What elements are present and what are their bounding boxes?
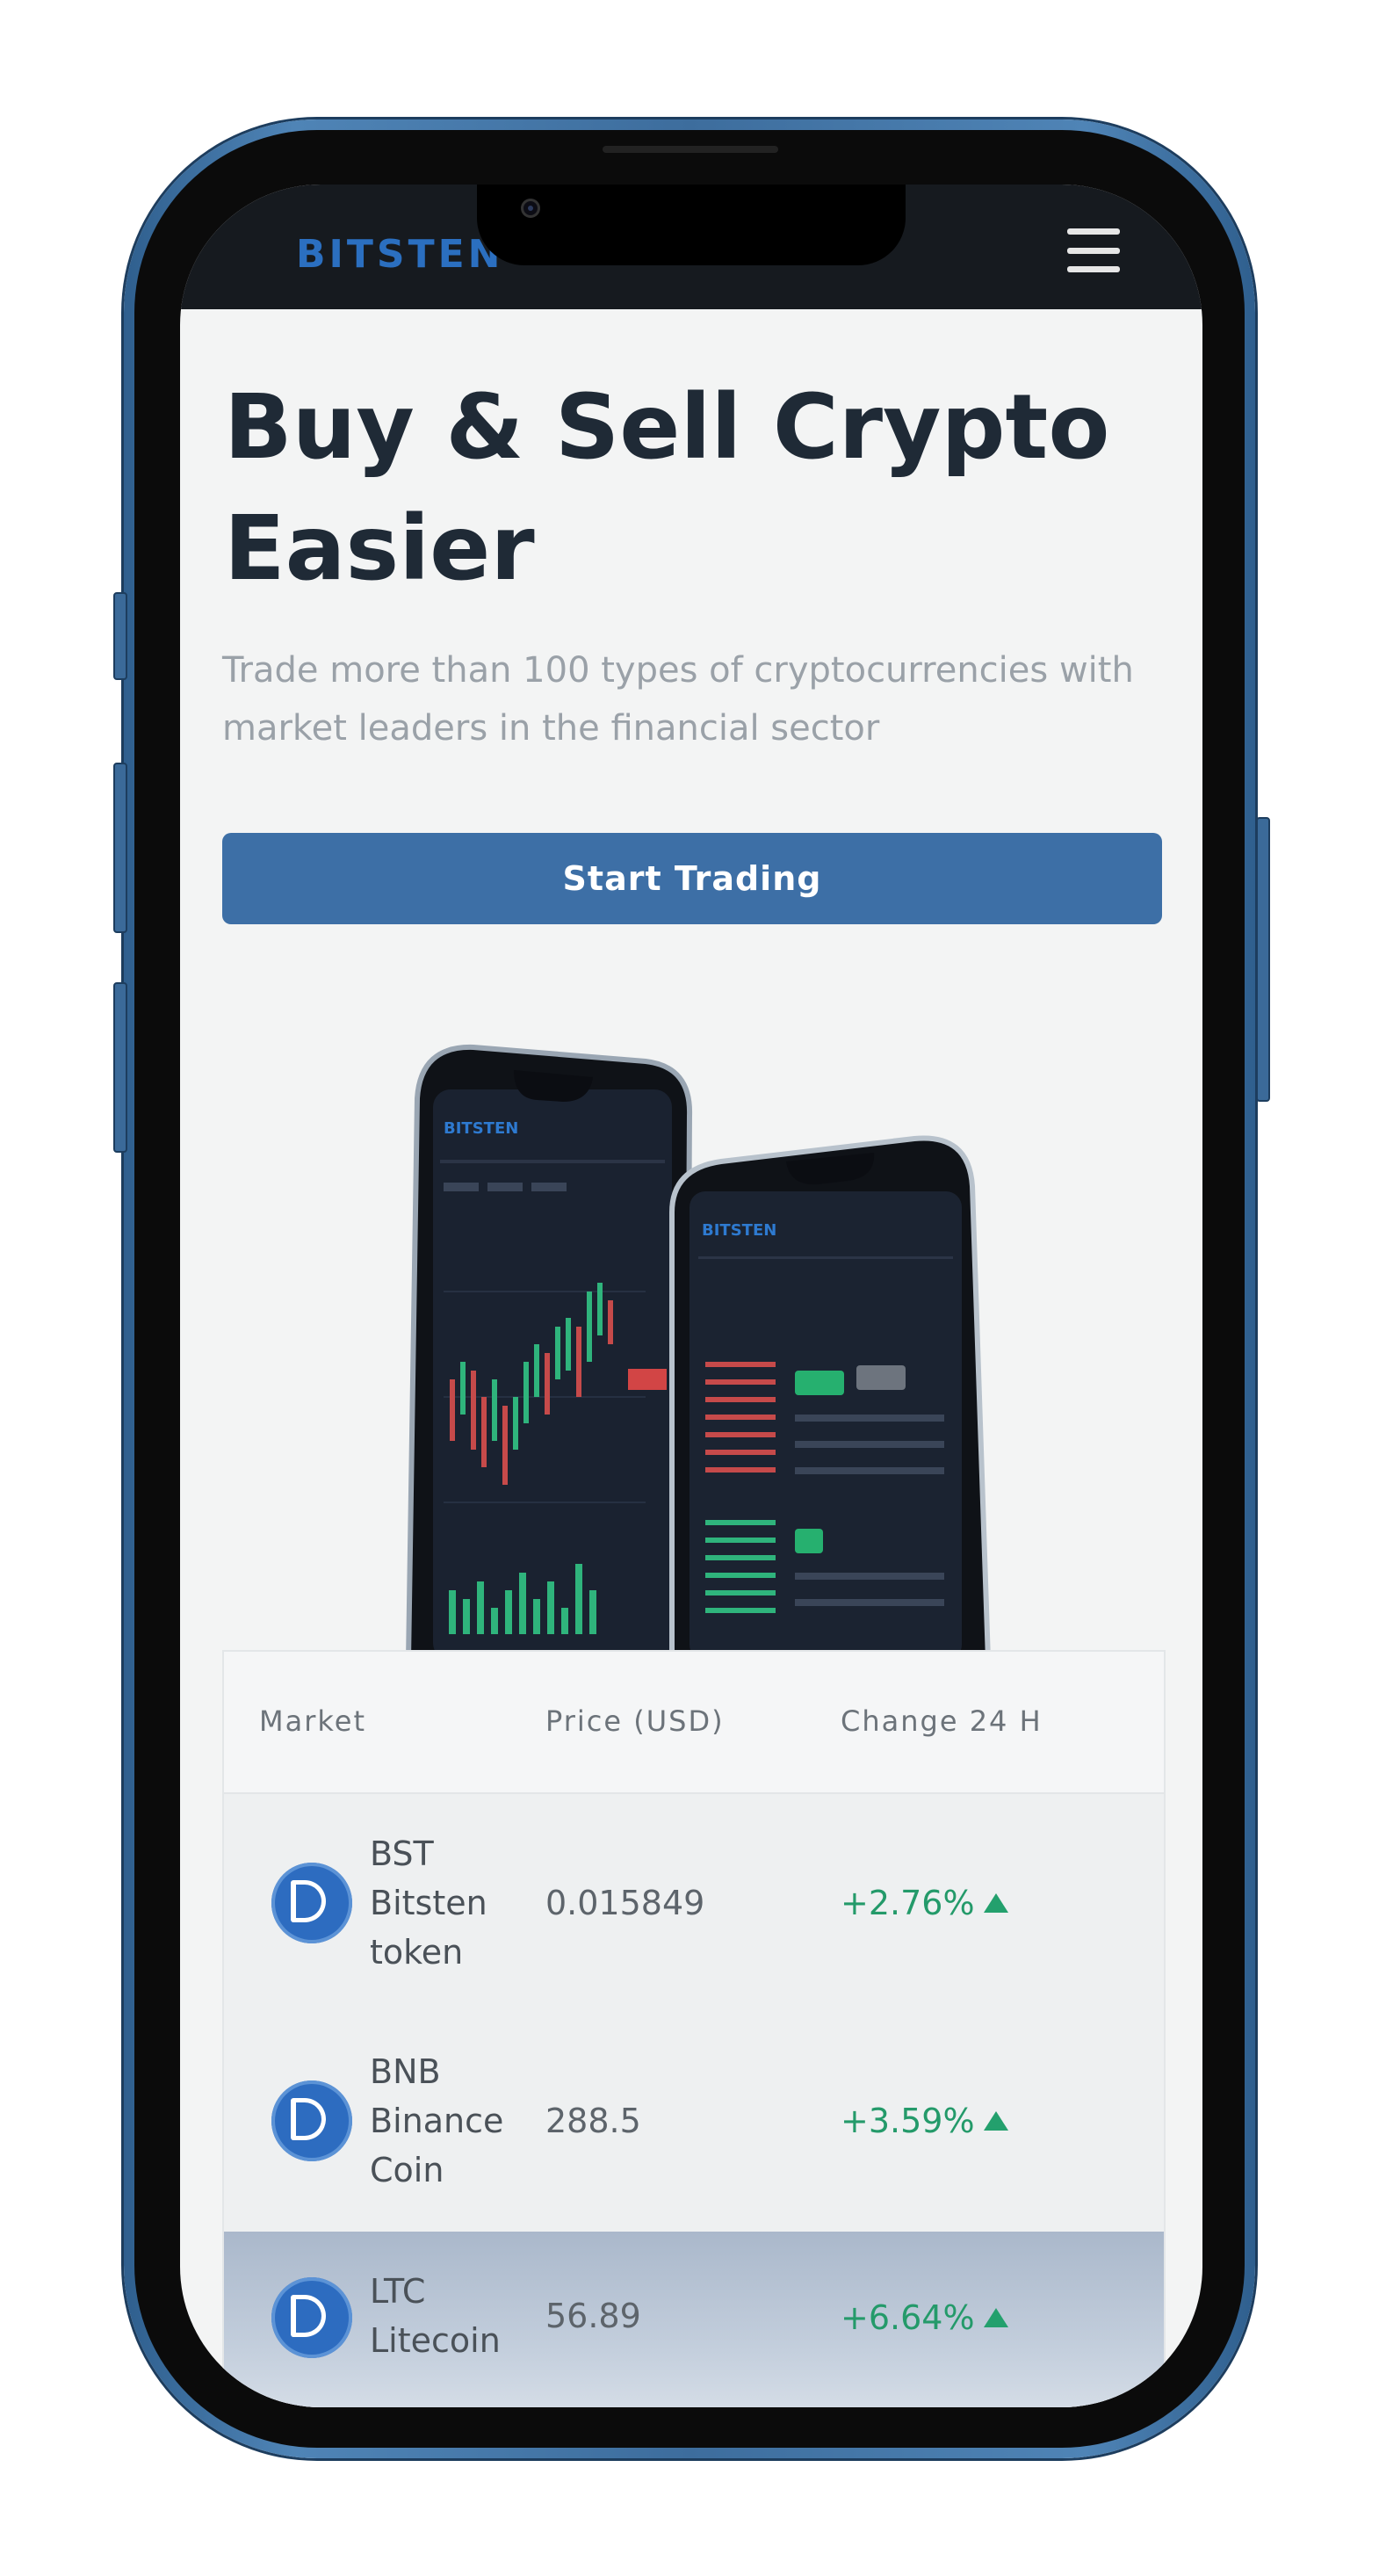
coin-logo-icon (271, 2277, 352, 2358)
column-header-change[interactable]: Change 24 H (841, 1704, 1043, 1738)
notch (477, 185, 906, 265)
hamburger-line (1067, 266, 1120, 272)
coin-name-line: token (370, 1933, 464, 1972)
volume-down-button (113, 982, 127, 1153)
speaker-slot (603, 146, 778, 153)
coin-name: BST Bitsten token (370, 1829, 487, 1977)
coin-logo-icon (271, 1863, 352, 1943)
coin-change: +6.64% (841, 2298, 1008, 2337)
table-header: Market Price (USD) Change 24 H (224, 1652, 1164, 1794)
left-phone-logo: BITSTEN (444, 1119, 518, 1138)
coin-name-line: Litecoin (370, 2321, 501, 2360)
mute-switch (113, 592, 127, 680)
table-row[interactable]: BST Bitsten token 0.015849 +2.76% (224, 1794, 1164, 2012)
brand-logo[interactable]: BITSTEN (296, 232, 504, 277)
coin-change: +2.76% (841, 1884, 1008, 1922)
table-row[interactable]: BNB Binance Coin 288.5 +3.59% (224, 2012, 1164, 2230)
market-table: Market Price (USD) Change 24 H BST Bitst… (222, 1650, 1166, 2407)
table-row[interactable]: LTC Litecoin 56.89 +6.64% (224, 2232, 1164, 2407)
hamburger-line (1067, 247, 1120, 254)
coin-price: 0.015849 (545, 1884, 705, 1922)
hero-title: Buy & Sell Crypto Easier (224, 375, 1110, 601)
front-camera-icon (521, 199, 540, 218)
coin-price: 56.89 (545, 2297, 641, 2335)
coin-name-line: Binance (370, 2102, 504, 2140)
hamburger-menu-icon[interactable] (1067, 228, 1120, 272)
column-header-price[interactable]: Price (USD) (545, 1704, 725, 1738)
phones-illustration: BITSTEN BITSTEN (405, 1044, 992, 1661)
hero-subtitle: Trade more than 100 types of cryptocurre… (222, 650, 1134, 749)
column-header-market[interactable]: Market (259, 1704, 366, 1738)
hamburger-line (1067, 228, 1120, 235)
coin-symbol: LTC (370, 2272, 426, 2311)
coin-name-line: Bitsten (370, 1884, 487, 1922)
up-arrow-icon (983, 1893, 1008, 1913)
coin-price: 288.5 (545, 2102, 641, 2140)
change-value: +2.76% (841, 1884, 975, 1922)
up-arrow-icon (983, 2111, 1008, 2131)
power-button (1256, 817, 1270, 1102)
coin-logo-icon (271, 2080, 352, 2161)
change-value: +3.59% (841, 2102, 975, 2140)
coin-symbol: BNB (370, 2052, 441, 2091)
coin-name-line: Coin (370, 2151, 444, 2189)
coin-symbol: BST (370, 1834, 434, 1873)
coin-change: +3.59% (841, 2102, 1008, 2140)
change-value: +6.64% (841, 2298, 975, 2337)
start-trading-button[interactable]: Start Trading (222, 833, 1162, 924)
right-phone-image: BITSTEN (669, 1135, 992, 1661)
phone-screen: BITSTEN Buy & Sell Crypto Easier Trade m… (180, 185, 1202, 2407)
right-phone-logo: BITSTEN (702, 1221, 776, 1240)
left-phone-image: BITSTEN (405, 1044, 693, 1661)
volume-up-button (113, 763, 127, 933)
coin-name: LTC Litecoin (370, 2267, 501, 2365)
up-arrow-icon (983, 2308, 1008, 2327)
coin-name: BNB Binance Coin (370, 2047, 503, 2195)
